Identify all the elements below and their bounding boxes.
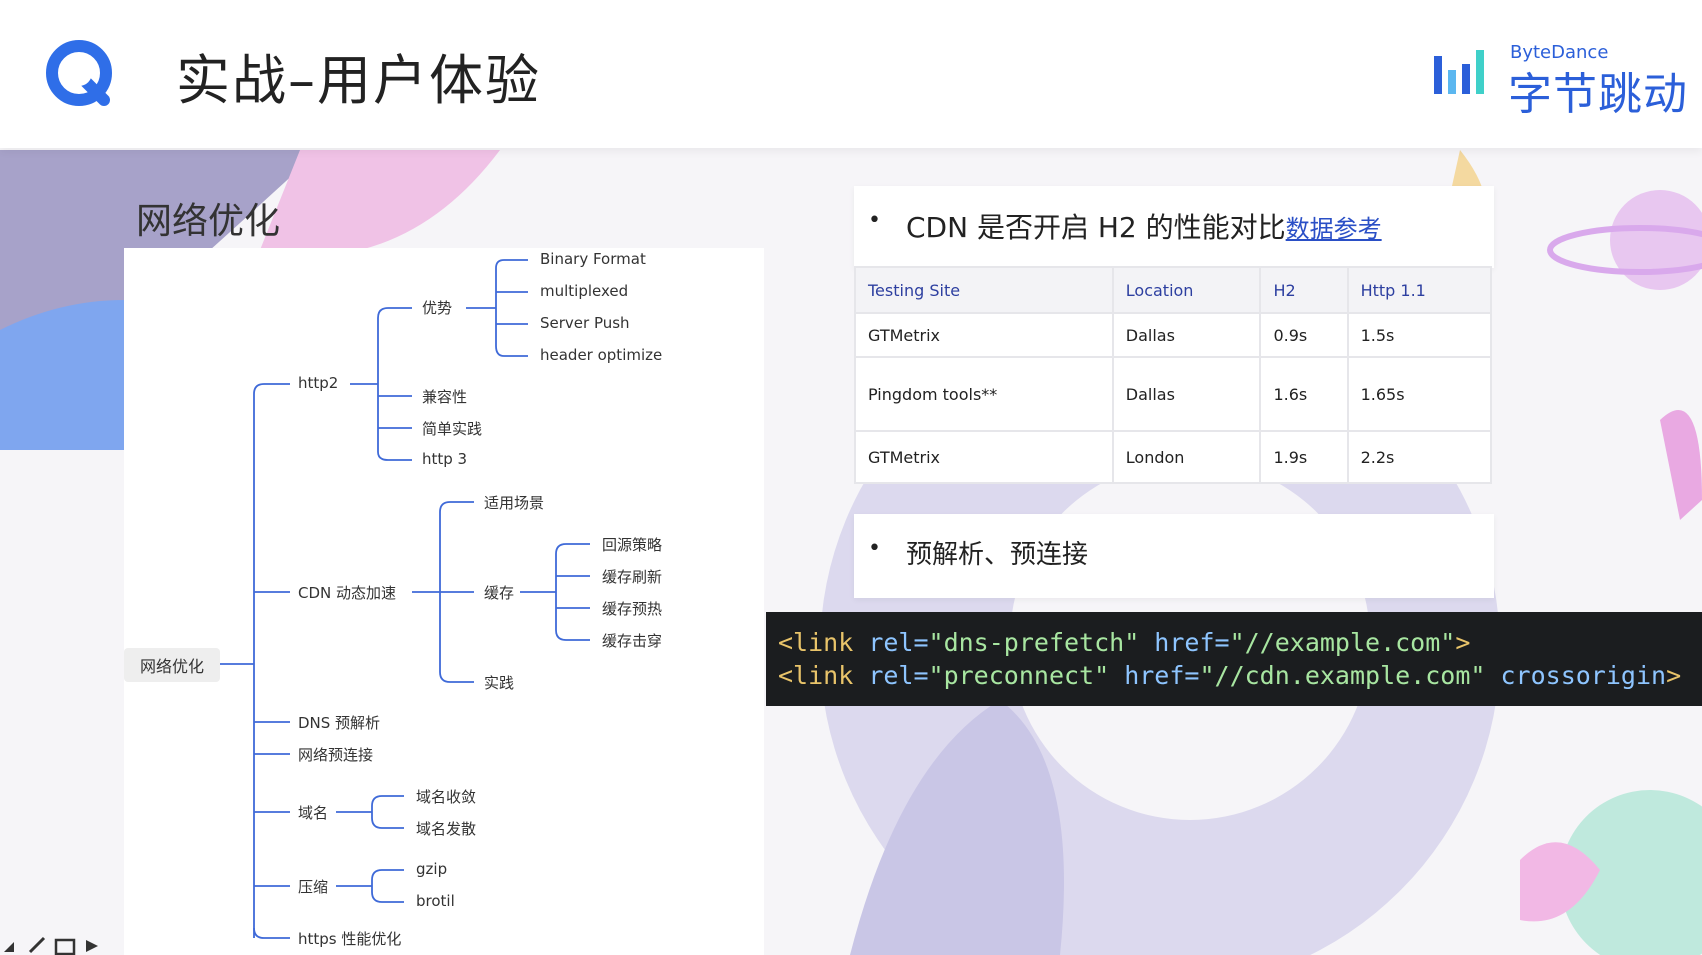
code-line-1: <link rel="dns-prefetch" href="//example… [778,628,1471,657]
node-compat: 兼容性 [422,388,468,406]
node-advantage: 优势 [422,299,453,317]
bullet-cdn-h2: CDN 是否开启 H2 的性能对比数据参考 [906,206,1382,246]
table-cell: GTMetrix [854,312,1114,358]
node-preconnect: 网络预连接 [298,746,374,764]
mindmap-root-node: 网络优化 [124,648,220,682]
node-server-push: Server Push [540,314,630,332]
code-line-2: <link rel="preconnect" href="//cdn.examp… [778,661,1682,690]
table-row: GTMetrix London 1.9s 2.2s [854,430,1493,484]
table-header: H2 [1259,266,1349,314]
table-cell: GTMetrix [854,430,1114,484]
cdn-h2-panel: • CDN 是否开启 H2 的性能对比数据参考 [854,186,1494,268]
node-domain-shard: 域名发散 [416,820,477,838]
table-cell: 1.9s [1259,430,1349,484]
brand-name-cn: 字节跳动 [1508,69,1688,120]
table-cell: Dallas [1111,312,1262,358]
app-logo-icon [46,40,112,106]
table-cell: 1.5s [1346,312,1493,358]
node-cache: 缓存 [484,584,515,602]
node-scenario: 适用场景 [484,494,545,512]
node-cache-penetrate: 缓存击穿 [602,632,663,650]
bullet-dot: • [868,208,881,233]
node-https: https 性能优化 [298,930,402,948]
node-practice: 实践 [484,674,515,692]
page-icon [54,938,76,955]
player-controls[interactable] [0,934,120,955]
pen-icon [28,936,46,954]
slide-title: 实战–用户体验 [176,49,541,112]
table-cell: 0.9s [1259,312,1349,358]
table-cell: 2.2s [1346,430,1493,484]
slide-header: 实战–用户体验 ByteDance 字节跳动 [0,0,1702,148]
data-reference-link[interactable]: 数据参考 [1286,215,1382,243]
node-multiplexed: multiplexed [540,282,629,300]
node-cache-warm: 缓存预热 [602,600,663,618]
node-compress: 压缩 [298,878,329,896]
h2-performance-table: Testing Site Location H2 Http 1.1 GTMetr… [854,266,1493,484]
table-cell: 1.6s [1259,356,1349,432]
table-cell: 1.65s [1346,356,1493,432]
prev-icon [4,942,14,952]
bullet-dot: • [868,536,881,561]
preresolve-panel: • 预解析、预连接 [854,514,1494,598]
table-cell: London [1111,430,1262,484]
bytedance-logo-icon [1434,50,1484,94]
node-domain-converge: 域名收敛 [416,788,477,806]
table-header: Testing Site [854,266,1114,314]
table-row: Pingdom tools** Dallas 1.6s 1.65s [854,356,1493,432]
node-back-to-origin: 回源策略 [602,536,663,554]
node-gzip: gzip [416,860,448,878]
node-cdn: CDN 动态加速 [298,584,397,602]
node-simple-practice: 简单实践 [422,420,483,438]
table-cell: Dallas [1111,356,1262,432]
node-binary-format: Binary Format [540,250,646,268]
table-cell: Pingdom tools** [854,356,1114,432]
table-row: GTMetrix Dallas 0.9s 1.5s [854,312,1493,358]
node-http3: http 3 [422,450,468,468]
code-block: <link rel="dns-prefetch" href="//example… [766,612,1702,706]
node-domain: 域名 [298,804,329,822]
node-cache-refresh: 缓存刷新 [602,568,663,586]
next-icon [86,940,98,952]
node-http2: http2 [298,374,339,392]
bullet-preresolve: 预解析、预连接 [906,540,1089,570]
table-header: Location [1111,266,1262,314]
node-brotli: brotil [416,892,455,910]
node-header-optimize: header optimize [540,346,663,364]
node-dns: DNS 预解析 [298,714,381,732]
bullet-cdn-h2-text: CDN 是否开启 H2 的性能对比 [906,211,1286,244]
table-header: Http 1.1 [1346,266,1493,314]
